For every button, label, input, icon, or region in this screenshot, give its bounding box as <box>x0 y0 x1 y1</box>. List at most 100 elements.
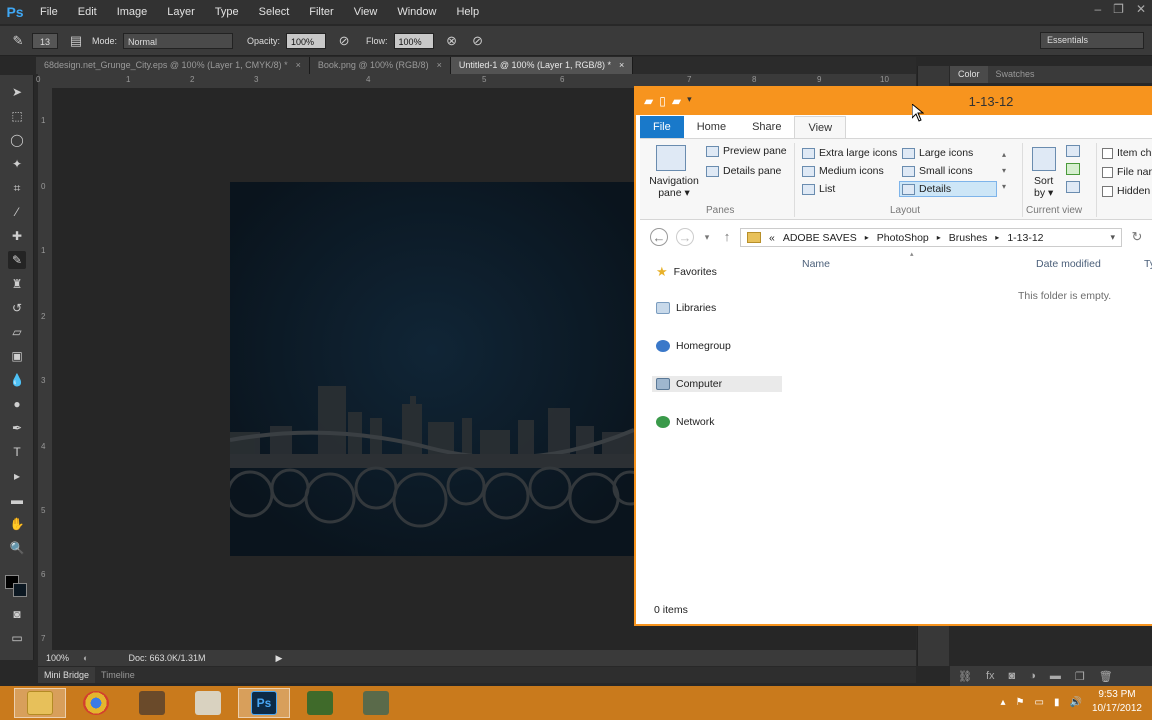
breadcrumb-adobe-saves[interactable]: ADOBE SAVES <box>783 232 857 244</box>
list-option[interactable]: List <box>802 183 835 195</box>
history-brush-icon[interactable]: ↺ <box>8 299 26 317</box>
sort-by-icon[interactable] <box>1032 147 1056 171</box>
flow-field[interactable]: 100% <box>393 32 434 49</box>
taskbar-app-7[interactable] <box>350 688 402 718</box>
layer-style-icon[interactable]: fx <box>986 670 995 682</box>
link-layers-icon[interactable]: ⛓ <box>958 670 972 683</box>
recent-locations-chevron-icon[interactable]: ▾ <box>698 228 716 246</box>
breadcrumb-separator-icon[interactable]: ▸ <box>937 233 941 242</box>
minimize-icon[interactable]: – <box>1094 2 1101 16</box>
tab-home[interactable]: Home <box>684 116 739 138</box>
document-canvas[interactable] <box>230 182 634 556</box>
action-center-icon[interactable]: ⚑ <box>1016 697 1025 708</box>
new-folder-icon[interactable]: ▰ <box>672 94 681 108</box>
type-tool-icon[interactable]: T <box>8 443 26 461</box>
checkbox[interactable] <box>1102 185 1113 197</box>
doc-tab-book[interactable]: Book.png @ 100% (RGB/8) × <box>309 57 451 74</box>
preview-pane-button[interactable]: Preview pane <box>706 145 787 157</box>
taskbar-app-4[interactable] <box>182 688 234 718</box>
add-columns-icon[interactable] <box>1066 163 1080 175</box>
tab-view[interactable]: View <box>794 116 847 138</box>
size-columns-icon[interactable] <box>1066 181 1080 193</box>
large-icons-option[interactable]: Large icons <box>902 147 973 159</box>
navigation-pane-button[interactable]: Navigation pane ▾ <box>646 175 702 199</box>
forward-arrow-icon[interactable]: → <box>676 228 694 246</box>
pen-tool-icon[interactable]: ✒ <box>8 419 26 437</box>
eyedropper-icon[interactable]: ⁄ <box>8 203 26 221</box>
breadcrumb-current-folder[interactable]: 1-13-12 <box>1007 232 1043 244</box>
brush-size-picker[interactable]: 13 <box>32 32 58 49</box>
eraser-icon[interactable]: ▱ <box>8 323 26 341</box>
brush-tool-icon[interactable]: ✎ <box>10 33 26 49</box>
address-breadcrumb[interactable]: « ADOBE SAVES ▸ PhotoShop ▸ Brushes ▸ 1-… <box>740 228 1122 247</box>
taskbar-app-6[interactable] <box>294 688 346 718</box>
details-option[interactable]: Details <box>899 181 997 197</box>
airbrush-icon[interactable]: ⊗ <box>444 33 460 49</box>
nav-item-network[interactable]: Network <box>656 416 715 428</box>
close-icon[interactable]: × <box>619 57 624 74</box>
display-icon[interactable]: ▭ <box>1035 697 1044 708</box>
nav-item-computer[interactable]: Computer <box>652 376 782 392</box>
breadcrumb-photoshop[interactable]: PhotoShop <box>877 232 929 244</box>
item-check-boxes-option[interactable]: Item ch <box>1102 147 1151 159</box>
explorer-title-bar[interactable]: ▰ ▯ ▰ ▾ 1-13-12 <box>636 88 1152 115</box>
adjustment-layer-icon[interactable]: ◑ <box>1029 670 1036 682</box>
pressure-size-icon[interactable]: ⊘ <box>470 33 486 49</box>
refresh-icon[interactable]: ↻ <box>1128 228 1146 246</box>
close-icon[interactable]: × <box>437 57 442 74</box>
taskbar-app-3[interactable] <box>126 688 178 718</box>
blur-tool-icon[interactable]: 💧 <box>8 371 26 389</box>
pressure-opacity-icon[interactable]: ⊘ <box>336 33 352 49</box>
doc-tab-untitled[interactable]: Untitled-1 @ 100% (Layer 1, RGB/8) * × <box>450 57 634 74</box>
checkbox[interactable] <box>1102 166 1113 178</box>
taskbar-file-explorer[interactable] <box>14 688 66 718</box>
tab-timeline[interactable]: Timeline <box>95 667 141 683</box>
back-arrow-icon[interactable]: ← <box>650 228 668 246</box>
navigation-pane-icon[interactable] <box>656 145 686 171</box>
taskbar-photoshop[interactable]: Ps <box>238 688 290 718</box>
menu-edit[interactable]: Edit <box>68 0 107 24</box>
file-name-extensions-option[interactable]: File nar <box>1102 166 1152 178</box>
details-pane-button[interactable]: Details pane <box>706 165 781 177</box>
menu-file[interactable]: File <box>30 0 68 24</box>
healing-brush-icon[interactable]: ✚ <box>8 227 26 245</box>
tab-file[interactable]: File <box>640 116 684 138</box>
rectangle-tool-icon[interactable]: ▬ <box>8 491 26 509</box>
volume-icon[interactable]: 🔊 <box>1069 697 1081 708</box>
layer-mask-icon[interactable]: ◙ <box>1009 670 1016 682</box>
background-color-swatch[interactable] <box>13 583 27 597</box>
dodge-tool-icon[interactable]: ● <box>8 395 26 413</box>
properties-icon[interactable]: ▯ <box>659 94 666 108</box>
brush-tool-icon[interactable]: ✎ <box>8 251 26 269</box>
column-header-date-modified[interactable]: Date modified <box>1036 258 1101 270</box>
menu-select[interactable]: Select <box>249 0 300 24</box>
zoom-level[interactable]: 100% <box>46 653 69 663</box>
lasso-tool-icon[interactable]: ◯ <box>8 131 26 149</box>
trash-icon[interactable]: 🗑 <box>1099 670 1113 683</box>
breadcrumb-brushes[interactable]: Brushes <box>949 232 988 244</box>
breadcrumb-overflow[interactable]: « <box>769 232 775 244</box>
breadcrumb-separator-icon[interactable]: ▸ <box>995 233 999 242</box>
layout-scroll-arrows[interactable]: ▴ ▾ ▾ <box>1002 147 1006 195</box>
doc-tab-grunge-city[interactable]: 68design.net_Grunge_City.eps @ 100% (Lay… <box>36 57 310 74</box>
sort-by-button[interactable]: Sort by ▾ <box>1034 175 1053 199</box>
close-icon[interactable]: ✕ <box>1136 2 1146 16</box>
up-arrow-icon[interactable]: ↑ <box>718 228 736 246</box>
nav-item-libraries[interactable]: Libraries <box>656 302 716 314</box>
status-menu-arrow-icon[interactable]: ▶ <box>276 653 283 664</box>
nav-item-homegroup[interactable]: Homegroup <box>656 340 731 352</box>
screen-mode-icon[interactable]: ▭ <box>8 629 26 647</box>
menu-window[interactable]: Window <box>387 0 446 24</box>
column-header-type[interactable]: Ty <box>1144 258 1152 270</box>
column-header-name[interactable]: Name <box>802 258 830 270</box>
extra-large-icons-option[interactable]: Extra large icons <box>802 147 897 159</box>
quick-mask-icon[interactable]: ◙ <box>8 605 26 623</box>
menu-filter[interactable]: Filter <box>299 0 343 24</box>
show-hidden-icons-icon[interactable]: ▴ <box>1001 697 1006 708</box>
magic-wand-icon[interactable]: ✦ <box>8 155 26 173</box>
path-select-icon[interactable]: ▸ <box>8 467 26 485</box>
clone-stamp-icon[interactable]: ♜ <box>8 275 26 293</box>
tab-swatches[interactable]: Swatches <box>988 66 1043 83</box>
chevron-down-icon[interactable]: ▾ <box>687 94 692 108</box>
tab-share[interactable]: Share <box>739 116 794 138</box>
